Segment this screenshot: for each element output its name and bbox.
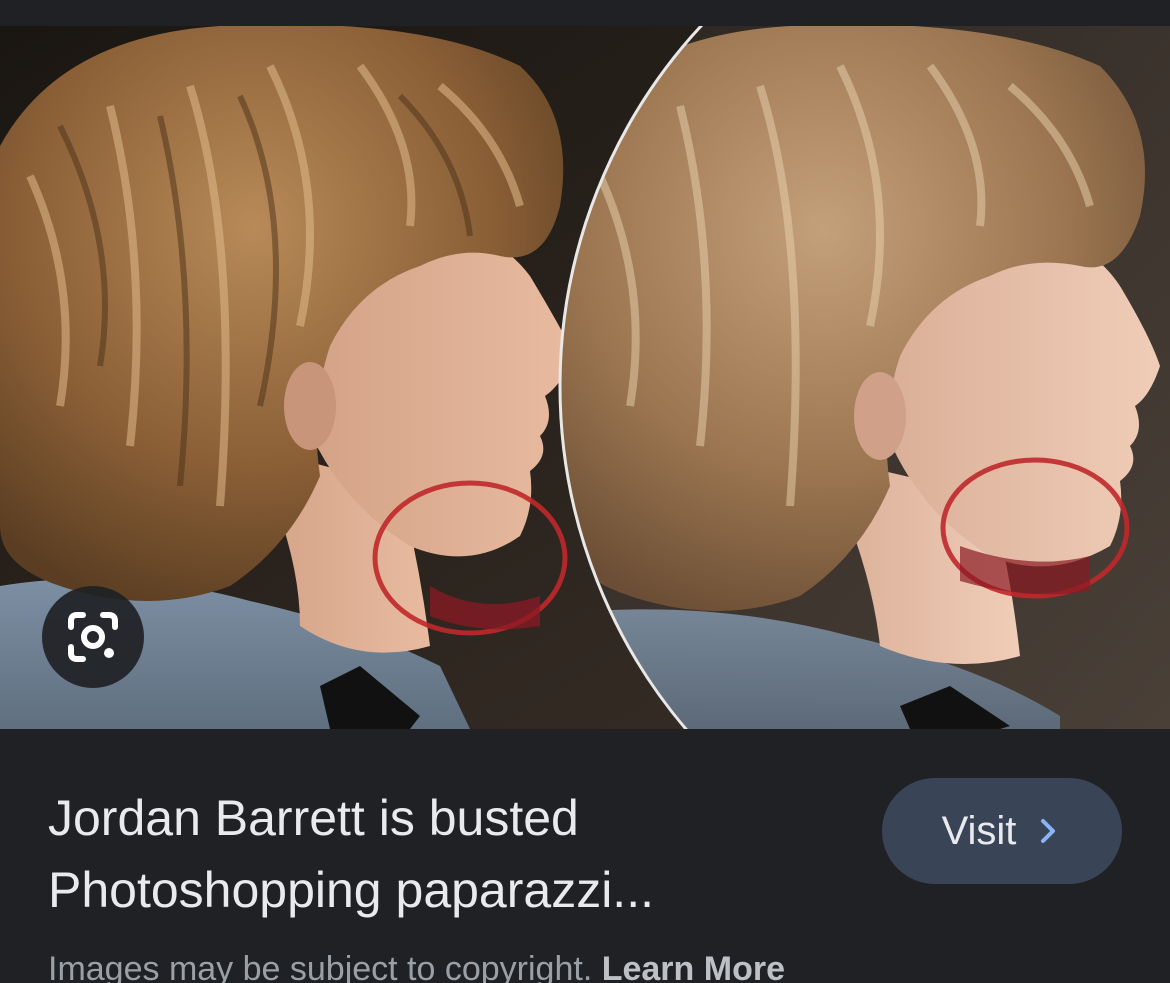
photo-before-after	[0, 26, 1170, 729]
copyright-text: Images may be subject to copyright.	[48, 950, 593, 983]
result-title[interactable]: Jordan Barrett is busted Photoshopping p…	[48, 782, 828, 926]
learn-more-link[interactable]: Learn More	[602, 950, 785, 983]
google-lens-icon	[68, 612, 118, 662]
visit-button[interactable]: Visit	[882, 778, 1122, 884]
google-lens-button[interactable]	[42, 586, 144, 688]
top-strip	[0, 0, 1170, 26]
result-image[interactable]	[0, 26, 1170, 729]
visit-label: Visit	[941, 808, 1017, 853]
chevron-right-icon	[1041, 819, 1056, 843]
copyright-notice: Images may be subject to copyright. Lear…	[48, 944, 785, 983]
image-result-panel: Jordan Barrett is busted Photoshopping p…	[0, 0, 1170, 983]
